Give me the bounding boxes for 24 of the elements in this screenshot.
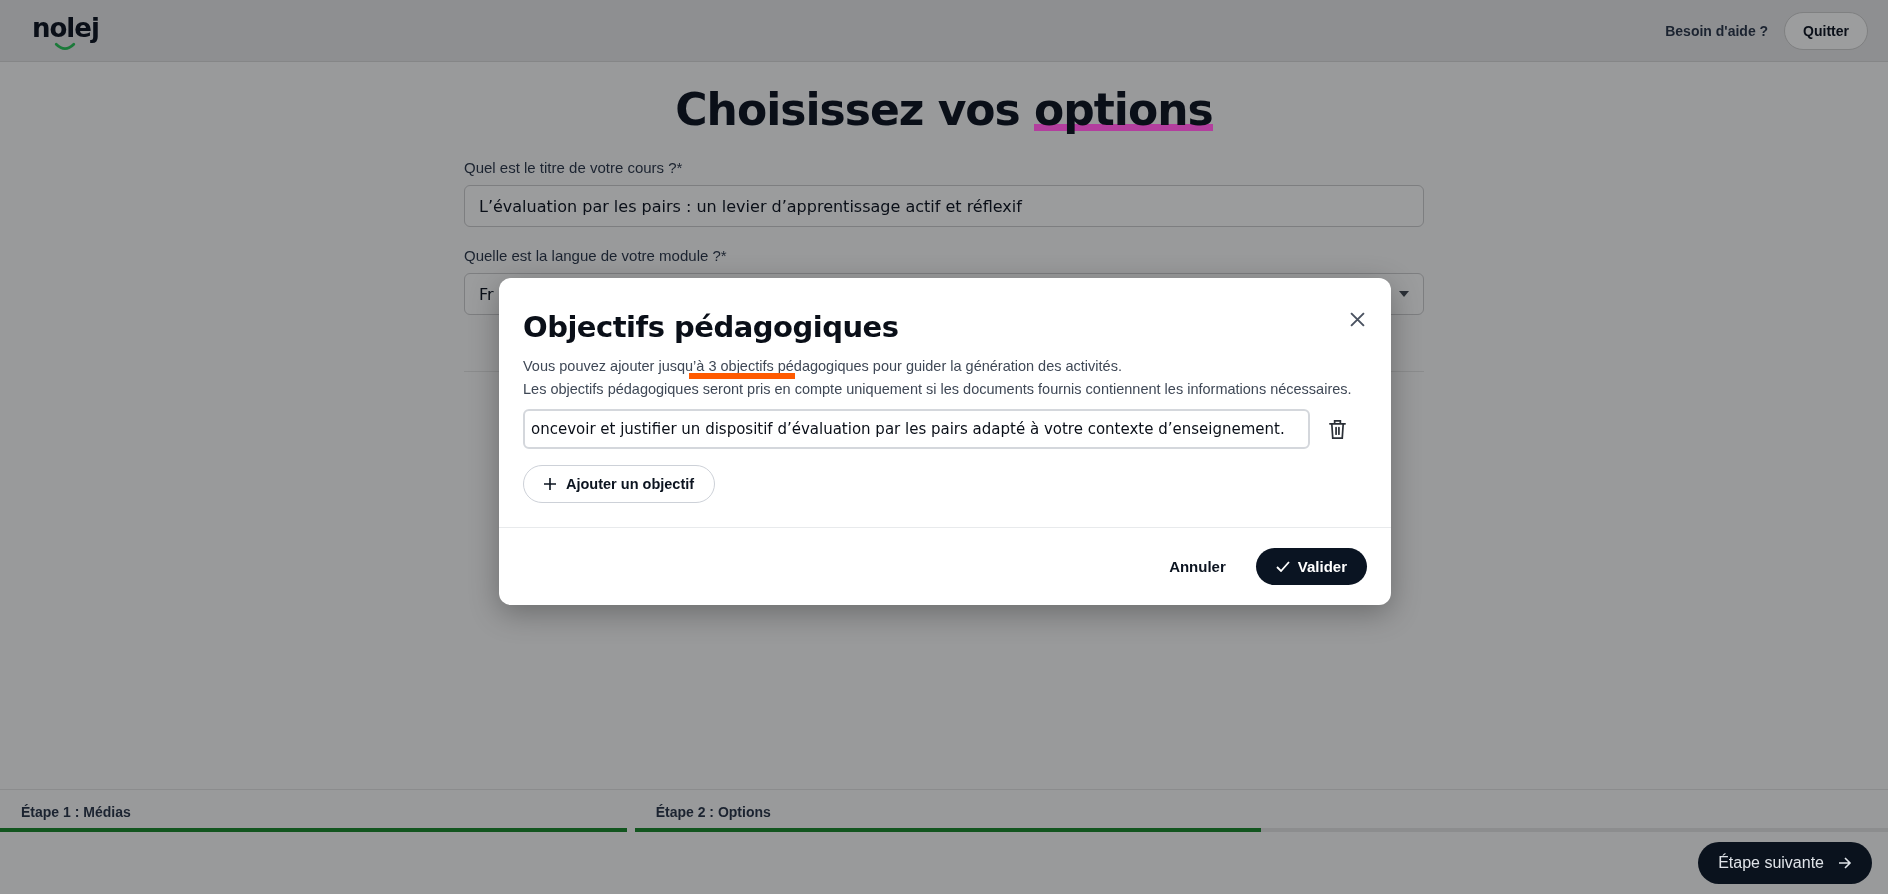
- description-text: Les objectifs pédagogiques seront pris en compte uniquement si les documents fournis contiennent les informations nécessaires.: [523, 381, 1353, 397]
- close-icon[interactable]: [1350, 312, 1365, 327]
- cancel-button[interactable]: Annuler: [1163, 557, 1232, 576]
- smile-icon: [54, 41, 76, 51]
- check-icon: [1275, 561, 1290, 572]
- field-label: Quelle est la langue de votre module ?*: [464, 247, 728, 264]
- page-title: Choisissez vos options: [675, 84, 1213, 135]
- help-link[interactable]: Besoin d'aide ?: [1665, 22, 1769, 39]
- confirm-button[interactable]: Valider: [1255, 548, 1367, 585]
- trash-icon[interactable]: [1328, 418, 1347, 440]
- add-objective-button[interactable]: Ajouter un objectif: [523, 465, 716, 503]
- title-field[interactable]: L’évaluation par les pairs : un levier d’apprentissage actif et réflexif: [464, 185, 1424, 227]
- dialog-title: Objectifs pédagogiques: [523, 310, 899, 344]
- caret-icon: [1399, 291, 1409, 297]
- step-label: Étape 1 : Médias: [20, 804, 132, 820]
- plus-icon: [544, 478, 556, 490]
- arrow-right-icon: [1838, 857, 1852, 869]
- logo[interactable]: nolej: [32, 12, 99, 49]
- step-label: Étape 2 : Options: [654, 804, 772, 820]
- field-label: Quel est le titre de votre cours ?*: [464, 159, 684, 176]
- description-text: Vous pouvez ajouter jusqu’à 3 objectifs pédagogiques pour guider la génération des activités.: [523, 358, 1123, 374]
- objective-field[interactable]: oncevoir et justifier un dispositif d’évaluation par les pairs adapté à votre contexte d’enseignement.: [523, 409, 1310, 449]
- next-step-button[interactable]: Étape suivante: [1698, 842, 1872, 884]
- quit-button[interactable]: Quitter: [1784, 11, 1868, 50]
